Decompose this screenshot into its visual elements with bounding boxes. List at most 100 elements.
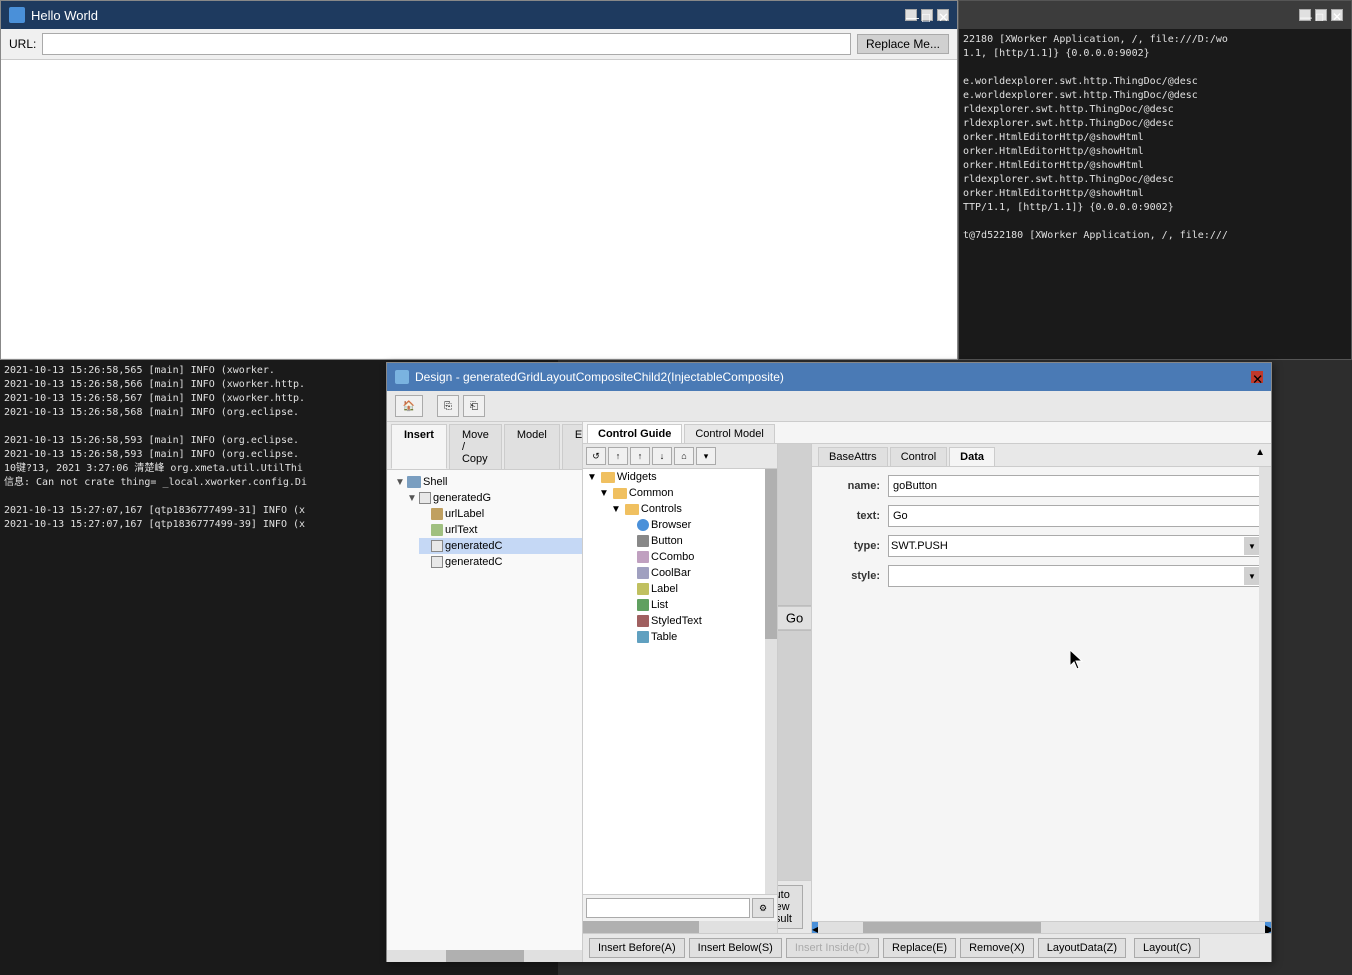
tree-content: ▼ Shell ▼ generatedG urlLabel bbox=[387, 470, 582, 950]
props-scroll-up[interactable]: ▲ bbox=[1255, 447, 1265, 458]
widget-label-common: Common bbox=[629, 487, 674, 499]
copy-btn-1[interactable]: ⎘ bbox=[437, 395, 459, 417]
props-select-type-value: SWT.PUSH bbox=[891, 540, 948, 552]
widget-down-btn[interactable]: ↓ bbox=[652, 447, 672, 465]
design-window: Design - generatedGridLayoutCompositeChi… bbox=[386, 362, 1272, 962]
coolbar-icon bbox=[637, 567, 649, 579]
props-content: name: text: type: bbox=[812, 467, 1271, 603]
tab-movecopy[interactable]: Move / Copy bbox=[449, 424, 502, 469]
props-label-text: text: bbox=[820, 510, 880, 522]
label-icon-1 bbox=[431, 508, 443, 520]
widget-item-table[interactable]: Table bbox=[623, 629, 777, 645]
composite-icon-2 bbox=[431, 540, 443, 552]
widget-scrollbar[interactable] bbox=[765, 469, 777, 894]
tab-control-model[interactable]: Control Model bbox=[684, 424, 774, 443]
auto-view-result-btn[interactable]: Auto view result bbox=[778, 885, 803, 929]
widget-item-label[interactable]: Label bbox=[623, 581, 777, 597]
widget-label-browser: Browser bbox=[651, 519, 691, 531]
props-tab-data[interactable]: Data bbox=[949, 447, 995, 466]
url-input[interactable] bbox=[42, 33, 851, 55]
widget-home-btn[interactable]: ⌂ bbox=[674, 447, 694, 465]
tree-item-generatedc-2[interactable]: generatedC bbox=[419, 554, 582, 570]
props-label-name: name: bbox=[820, 480, 880, 492]
widget-item-ccombo[interactable]: CCombo bbox=[623, 549, 777, 565]
widget-label-ccombo: CCombo bbox=[651, 551, 694, 563]
props-input-name[interactable] bbox=[888, 475, 1263, 497]
widget-item-button[interactable]: Button bbox=[623, 533, 777, 549]
props-tab-baseattrs[interactable]: BaseAttrs bbox=[818, 447, 888, 466]
props-input-text[interactable] bbox=[888, 505, 1263, 527]
tree-item-generatedg[interactable]: ▼ generatedG bbox=[407, 490, 582, 506]
props-select-style[interactable]: ▼ bbox=[888, 565, 1263, 587]
props-tab-control[interactable]: Control bbox=[890, 447, 947, 466]
term-maximize-btn[interactable]: □ bbox=[1315, 9, 1327, 21]
top-tabs-bar: Insert Move / Copy Model Event Menu Acti… bbox=[387, 422, 582, 470]
props-row-type: type: SWT.PUSH ▼ bbox=[820, 535, 1263, 557]
widget-search-btn[interactable]: ⚙ bbox=[752, 898, 774, 918]
layout-data-btn[interactable]: LayoutData(Z) bbox=[1038, 938, 1126, 958]
tab-control-guide[interactable]: Control Guide bbox=[587, 424, 682, 443]
term-close-btn[interactable]: ✕ bbox=[1331, 9, 1343, 21]
copy-btn-2[interactable]: ⎗ bbox=[463, 395, 485, 417]
right-panel: Control Guide Control Model ↺ ↑ ↑ ↓ ⌂ ▾ bbox=[583, 422, 1271, 962]
widget-item-browser[interactable]: Browser bbox=[623, 517, 777, 533]
widget-item-styledtext[interactable]: StyledText bbox=[623, 613, 777, 629]
widget-item-common[interactable]: ▼ Common bbox=[599, 485, 777, 501]
tree-toggle-shell[interactable]: ▼ bbox=[395, 477, 405, 488]
widget-menu-btn[interactable]: ▾ bbox=[696, 447, 716, 465]
replace-btn-action[interactable]: Replace(E) bbox=[883, 938, 956, 958]
remove-btn[interactable]: Remove(X) bbox=[960, 938, 1034, 958]
widget-item-coolbar[interactable]: CoolBar bbox=[623, 565, 777, 581]
minimize-btn[interactable]: — bbox=[905, 9, 917, 21]
props-hscroll[interactable]: ◀ ▶ bbox=[812, 921, 1271, 933]
insert-before-btn[interactable]: Insert Before(A) bbox=[589, 938, 685, 958]
widget-tree-toolbar: ↺ ↑ ↑ ↓ ⌂ ▾ bbox=[583, 444, 777, 469]
widget-item-widgets[interactable]: ▼ Widgets bbox=[587, 469, 777, 485]
bg-app-window: Hello World — □ ✕ URL: Replace Me... bbox=[0, 0, 958, 360]
tab-event[interactable]: Event bbox=[562, 424, 583, 469]
widget-label-coolbar: CoolBar bbox=[651, 567, 691, 579]
tree-scroll[interactable] bbox=[387, 950, 582, 962]
term-minimize-btn[interactable]: — bbox=[1299, 9, 1311, 21]
props-select-type-arrow[interactable]: ▼ bbox=[1244, 537, 1260, 555]
maximize-btn[interactable]: □ bbox=[921, 9, 933, 21]
design-bottom-bar: Insert Before(A) Insert Below(S) Insert … bbox=[583, 933, 1271, 962]
tree-item-generatedc-1[interactable]: generatedC bbox=[419, 538, 582, 554]
props-scrollbar-right[interactable] bbox=[1259, 467, 1271, 921]
go-button-preview[interactable]: Go bbox=[778, 606, 811, 631]
widget-label-widgets: Widgets bbox=[617, 471, 657, 483]
tree-item-urllabel[interactable]: urlLabel bbox=[419, 506, 582, 522]
widget-refresh-btn[interactable]: ↺ bbox=[586, 447, 606, 465]
url-label: URL: bbox=[9, 37, 36, 51]
widget-bottom-scroll[interactable] bbox=[583, 921, 777, 933]
terminal-window: — □ ✕ 22180 [XWorker Application, /, fil… bbox=[958, 0, 1352, 360]
tab-model[interactable]: Model bbox=[504, 424, 560, 469]
tree-item-urltext[interactable]: urlText bbox=[419, 522, 582, 538]
props-select-style-arrow[interactable]: ▼ bbox=[1244, 567, 1260, 585]
bg-app-titlebar: Hello World — □ ✕ bbox=[1, 1, 957, 29]
design-close-btn[interactable]: ✕ bbox=[1251, 371, 1263, 383]
insert-inside-btn[interactable]: Insert Inside(D) bbox=[786, 938, 879, 958]
widget-item-list[interactable]: List bbox=[623, 597, 777, 613]
props-hscroll-right[interactable]: ▶ bbox=[1265, 922, 1271, 933]
insert-below-btn[interactable]: Insert Below(S) bbox=[689, 938, 782, 958]
widget-label-list: List bbox=[651, 599, 668, 611]
preview-footer: Auto view result bbox=[778, 880, 811, 933]
tab-insert[interactable]: Insert bbox=[391, 424, 447, 469]
tree-item-shell[interactable]: ▼ Shell bbox=[395, 474, 582, 490]
list-icon bbox=[637, 599, 649, 611]
props-label-style: style: bbox=[820, 570, 880, 582]
widget-up-btn[interactable]: ↑ bbox=[630, 447, 650, 465]
tree-toggle-generatedg[interactable]: ▼ bbox=[407, 493, 417, 504]
widget-back-btn[interactable]: ↑ bbox=[608, 447, 628, 465]
text-icon-1 bbox=[431, 524, 443, 536]
props-select-type[interactable]: SWT.PUSH ▼ bbox=[888, 535, 1263, 557]
widget-search-input[interactable] bbox=[586, 898, 750, 918]
controls-folder-icon bbox=[625, 504, 639, 515]
home-toolbar-btn[interactable]: 🏠 bbox=[395, 395, 423, 417]
widget-item-controls[interactable]: ▼ Controls bbox=[611, 501, 777, 517]
layout-btn[interactable]: Layout(C) bbox=[1134, 938, 1200, 958]
close-btn[interactable]: ✕ bbox=[937, 9, 949, 21]
design-titlebar: Design - generatedGridLayoutCompositeChi… bbox=[387, 363, 1271, 391]
replace-me-button[interactable]: Replace Me... bbox=[857, 34, 949, 54]
